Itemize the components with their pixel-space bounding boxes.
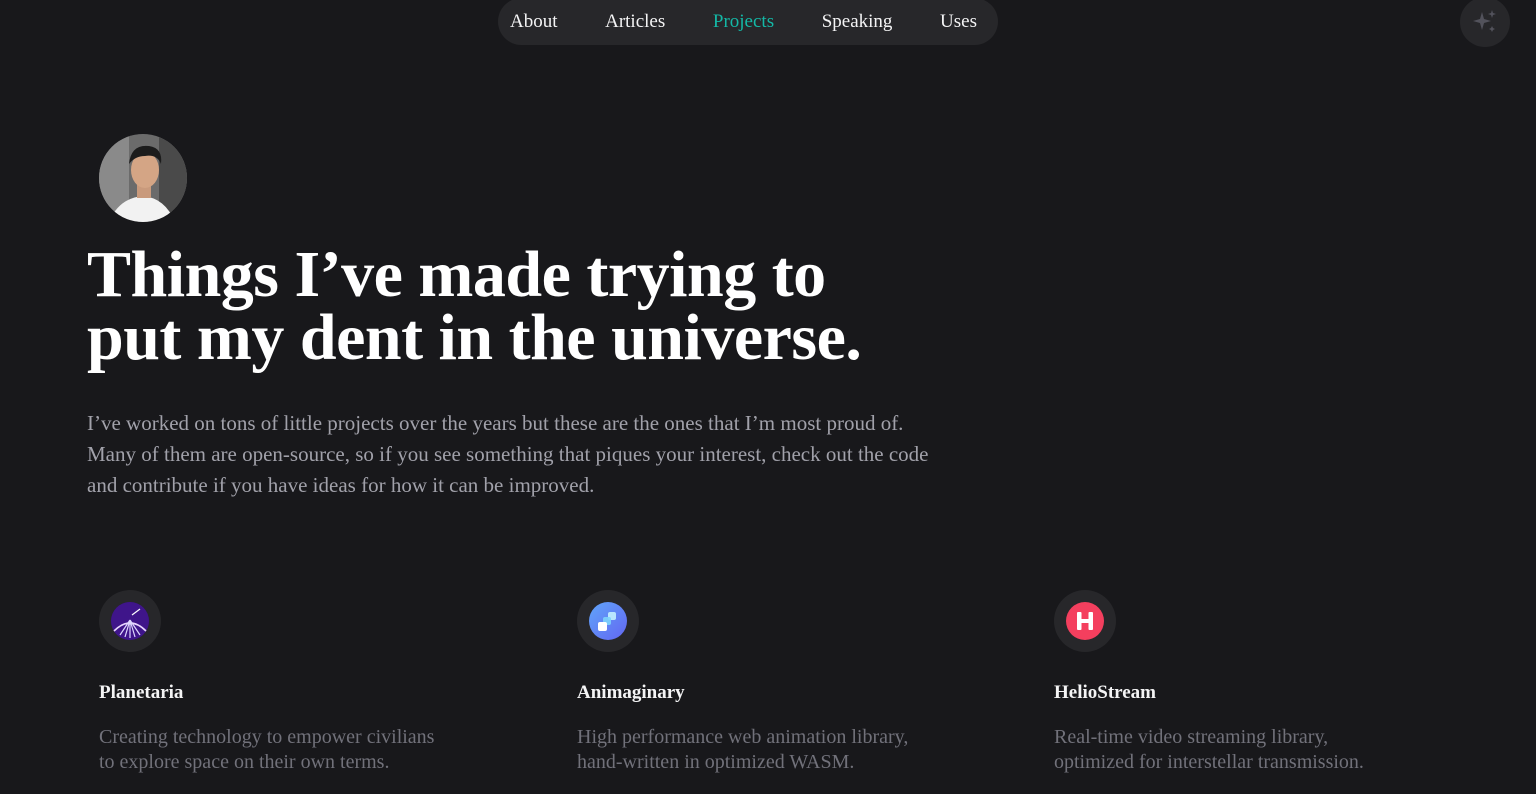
project-card-planetaria[interactable]: Planetaria Creating technology to empowe… (99, 590, 499, 773)
project-card-animaginary[interactable]: Animaginary High performance web animati… (577, 590, 977, 773)
planetaria-logo-icon (111, 602, 149, 640)
profile-photo (99, 134, 187, 222)
project-description: Creating technology to empower civilians… (99, 725, 499, 775)
nav-item-about[interactable]: About (510, 11, 558, 33)
theme-toggle-button[interactable] (1460, 0, 1510, 47)
project-logo (99, 590, 161, 652)
project-logo (1054, 590, 1116, 652)
page-title: Things I’ve made trying to put my dent i… (87, 242, 987, 371)
sparkles-icon (1473, 10, 1496, 32)
project-description-line-2: optimized for interstellar transmission. (1054, 751, 1364, 773)
project-logo (577, 590, 639, 652)
project-description-line-1: Creating technology to empower civilians (99, 726, 435, 748)
project-name[interactable]: Animaginary (577, 682, 685, 704)
project-name[interactable]: HelioStream (1054, 682, 1156, 704)
project-description-line-1: Real-time video streaming library, (1054, 726, 1329, 748)
top-nav: About Articles Projects Speaking Uses (498, 0, 998, 45)
page-title-line-2: put my dent in the universe. (87, 301, 862, 374)
intro-paragraph: I’ve worked on tons of little projects o… (87, 411, 929, 497)
project-description-line-2: to explore space on their own terms. (99, 751, 390, 773)
project-description-line-2: hand-written in optimized WASM. (577, 751, 855, 773)
project-card-heliostream[interactable]: HelioStream Real-time video streaming li… (1054, 590, 1454, 773)
project-description-line-1: High performance web animation library, (577, 726, 909, 748)
nav-item-uses[interactable]: Uses (940, 11, 977, 33)
project-description: High performance web animation library, … (577, 725, 977, 775)
nav-item-speaking[interactable]: Speaking (822, 11, 893, 33)
heliostream-logo-icon (1066, 602, 1104, 640)
nav-item-projects[interactable]: Projects (713, 11, 774, 33)
animaginary-logo-icon (589, 602, 627, 640)
nav-item-articles[interactable]: Articles (605, 11, 665, 33)
project-description: Real-time video streaming library, optim… (1054, 725, 1454, 775)
project-name[interactable]: Planetaria (99, 682, 183, 704)
page: About Articles Projects Speaking Uses Th… (0, 0, 1536, 794)
avatar[interactable] (99, 134, 187, 222)
